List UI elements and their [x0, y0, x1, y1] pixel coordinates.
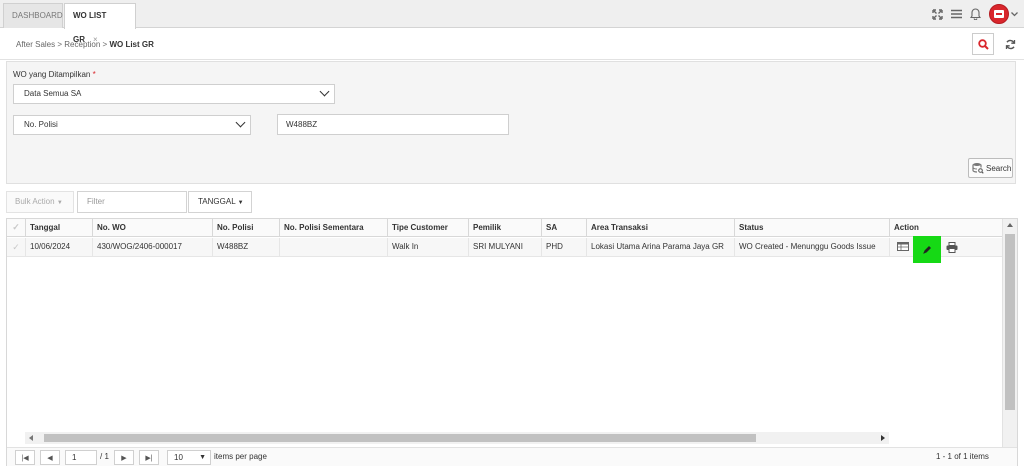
user-icon — [994, 10, 1004, 18]
pager: |◀ ◀ 1 / 1 ▶ ▶| 10 ▼ items per page 1 - 1… — [7, 447, 1017, 466]
search-criteria-select[interactable]: No. Polisi — [13, 115, 251, 135]
bulk-action-dropdown[interactable]: Bulk Action ▼ — [6, 191, 74, 213]
required-mark: * — [92, 70, 96, 79]
top-right-icons — [932, 2, 1018, 26]
search-value-input[interactable]: W488BZ — [277, 114, 509, 135]
cell-pemilik: SRI MULYANI — [469, 238, 542, 257]
search-button-label: Search — [986, 163, 1012, 173]
refresh-icon — [1005, 39, 1015, 49]
chevron-down-icon — [235, 117, 246, 128]
view-detail-button[interactable] — [897, 242, 909, 251]
breadcrumb-item[interactable]: Reception — [64, 40, 100, 49]
cell-no-polisi-sementara — [280, 238, 388, 257]
breadcrumb-separator: > — [102, 40, 108, 49]
chevron-down-icon: ▼ — [199, 454, 206, 461]
search-button[interactable]: Search — [968, 158, 1013, 178]
row-checkbox[interactable]: ✓ — [7, 238, 26, 257]
breadcrumb-separator: > — [57, 40, 63, 49]
horizontal-scrollbar[interactable] — [25, 432, 889, 444]
table-row[interactable]: ✓ 10/06/2024 430/WOG/2406-000017 W488BZ … — [7, 236, 1002, 263]
cell-status: WO Created - Menunggu Goods Issue — [735, 238, 890, 257]
bulk-action-label: Bulk Action — [15, 197, 55, 206]
tab-dashboard[interactable]: DASHBOARD — [3, 3, 63, 28]
page-size-value: 10 — [174, 453, 183, 462]
table-view-icon — [897, 242, 909, 251]
first-page-button[interactable]: |◀ — [15, 450, 35, 465]
caret-down-icon: ▼ — [237, 200, 244, 206]
wo-display-select[interactable]: Data Semua SA — [13, 84, 335, 104]
breadcrumb-current: WO List GR — [109, 40, 154, 49]
hamburger-menu-icon[interactable] — [951, 9, 962, 19]
column-header[interactable]: SA — [542, 219, 587, 237]
scroll-up-arrow[interactable] — [1007, 223, 1013, 227]
tab-wo-list-gr[interactable]: WO LIST GR × — [64, 3, 136, 44]
caret-down-icon: ▼ — [56, 200, 63, 206]
breadcrumb-item[interactable]: After Sales — [16, 40, 55, 49]
page-number-input[interactable]: 1 — [65, 450, 97, 465]
print-button[interactable] — [946, 242, 958, 253]
filter-panel: WO yang Ditampilkan * Data Semua SA No. … — [6, 61, 1016, 184]
column-header[interactable]: No. Polisi — [213, 219, 280, 237]
pager-summary: 1 - 1 of 1 items — [936, 452, 989, 461]
column-header[interactable]: Pemilik — [469, 219, 542, 237]
printer-icon — [946, 242, 958, 253]
cell-sa: PHD — [542, 238, 587, 257]
chevron-down-icon — [319, 86, 330, 97]
date-filter-label: TANGGAL — [198, 197, 236, 206]
vertical-scroll-thumb[interactable] — [1005, 234, 1015, 410]
page-size-label: items per page — [214, 452, 267, 461]
refresh-button[interactable] — [1000, 33, 1020, 55]
wo-display-value: Data Semua SA — [24, 89, 82, 98]
bell-icon[interactable] — [970, 8, 981, 20]
prev-page-button[interactable]: ◀ — [40, 450, 60, 465]
last-page-icon: ▶| — [145, 454, 153, 462]
column-header[interactable]: No. WO — [93, 219, 213, 237]
vertical-scrollbar[interactable] — [1002, 219, 1017, 447]
filter-input[interactable]: Filter — [77, 191, 187, 213]
next-page-icon: ▶ — [121, 454, 127, 462]
breadcrumb-bar: After Sales > Reception > WO List GR — [0, 29, 1024, 60]
breadcrumb: After Sales > Reception > WO List GR — [16, 40, 154, 49]
wo-grid: ✓ Tanggal No. WO No. Polisi No. Polisi S… — [6, 218, 1018, 466]
cell-tanggal: 10/06/2024 — [26, 238, 93, 257]
cell-no-wo: 430/WOG/2406-000017 — [93, 238, 213, 257]
cell-tipe-customer: Walk In — [388, 238, 469, 257]
search-criteria-value: No. Polisi — [24, 120, 58, 129]
cell-area-transaksi: Lokasi Utama Arina Parama Jaya GR — [587, 238, 735, 257]
tab-label: DASHBOARD — [12, 11, 63, 20]
select-all-checkbox[interactable]: ✓ — [7, 219, 26, 237]
search-icon — [977, 38, 989, 50]
last-page-button[interactable]: ▶| — [139, 450, 159, 465]
next-page-button[interactable]: ▶ — [114, 450, 134, 465]
date-filter-dropdown[interactable]: TANGGAL ▼ — [188, 191, 252, 213]
scroll-right-arrow[interactable] — [881, 435, 885, 441]
cell-action — [890, 236, 1002, 263]
scroll-left-arrow[interactable] — [29, 435, 33, 441]
page-total: / 1 — [100, 452, 109, 461]
horizontal-scroll-thumb[interactable] — [44, 434, 756, 442]
user-avatar[interactable] — [989, 4, 1009, 24]
tab-bar: DASHBOARD WO LIST GR × — [0, 0, 1024, 44]
chevron-down-icon[interactable] — [1011, 11, 1018, 17]
column-header[interactable]: Status — [735, 219, 890, 237]
pencil-icon — [923, 245, 931, 254]
wo-label: WO yang Ditampilkan * — [13, 70, 96, 79]
column-header[interactable]: Tipe Customer — [388, 219, 469, 237]
prev-page-icon: ◀ — [47, 454, 53, 462]
cell-no-polisi: W488BZ — [213, 238, 280, 257]
table-header: ✓ Tanggal No. WO No. Polisi No. Polisi S… — [7, 219, 1002, 237]
column-header[interactable]: Area Transaksi — [587, 219, 735, 237]
database-search-icon — [972, 163, 984, 174]
fullscreen-icon[interactable] — [932, 8, 943, 20]
column-header[interactable]: Tanggal — [26, 219, 93, 237]
page-size-select[interactable]: 10 ▼ — [167, 450, 211, 465]
wo-label-text: WO yang Ditampilkan — [13, 70, 91, 79]
column-header[interactable]: No. Polisi Sementara — [280, 219, 388, 237]
edit-button[interactable] — [913, 236, 941, 263]
column-header: Action — [894, 223, 919, 232]
toggle-search-button[interactable] — [972, 33, 994, 55]
first-page-icon: |◀ — [21, 454, 29, 462]
